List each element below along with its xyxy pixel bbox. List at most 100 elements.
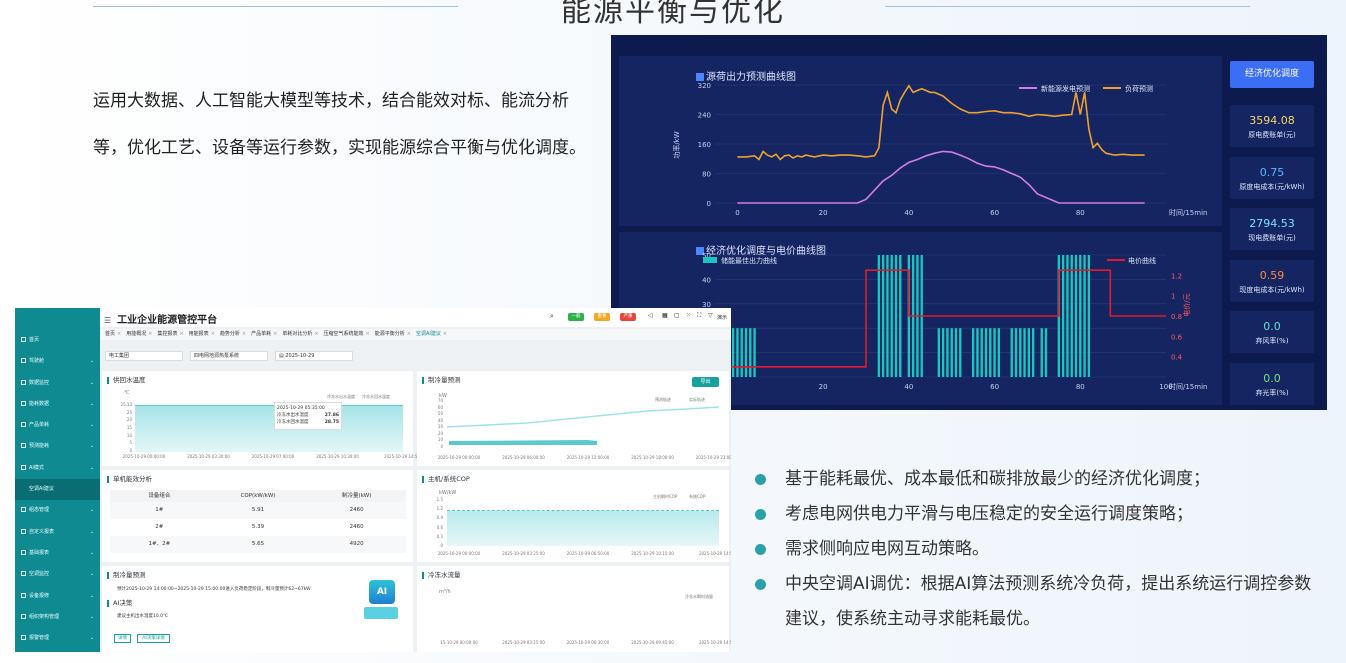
energy-storage-bar <box>989 328 992 377</box>
date-picker[interactable]: ▤ 2025-10-29 <box>275 351 353 361</box>
energy-storage-bar <box>1066 255 1069 377</box>
column-header: COP(kW/kW) <box>240 493 276 499</box>
sidebar-item[interactable]: 首页 <box>15 330 100 351</box>
chevron-down-icon: ⌄ <box>89 592 94 599</box>
sidebar-item[interactable]: 基础报表 ⌄ <box>15 543 100 564</box>
y-tick-label: 0.3 <box>436 533 443 539</box>
tab-item[interactable]: 首页 <box>105 329 115 340</box>
chevron-down-icon: ⌄ <box>89 400 94 407</box>
panel-title: 供回水温度 <box>107 377 146 384</box>
tab-item[interactable]: 趋势分析 <box>220 329 240 340</box>
sidebar-item[interactable]: 自定义报表 ⌄ <box>15 522 100 543</box>
sidebar-icon <box>21 358 26 364</box>
tab-close-icon[interactable]: × <box>443 329 447 340</box>
tab-close-icon[interactable]: × <box>407 329 411 340</box>
sidebar-item[interactable]: 设备报修 ⌄ <box>15 586 100 607</box>
grid-icon[interactable]: ⁙ <box>686 312 691 319</box>
sidebar-icon <box>21 549 26 555</box>
shirt-icon[interactable]: ▽ <box>708 312 713 319</box>
demo-label[interactable]: 演示 <box>717 314 727 321</box>
tab-item[interactable]: 集控报表 <box>157 329 177 340</box>
tab-close-icon[interactable]: × <box>366 329 370 340</box>
export-button[interactable]: 导出 <box>692 377 719 387</box>
sidebar-icon <box>21 528 26 534</box>
sidebar-item[interactable]: AI模式 ⌄ <box>15 458 100 479</box>
sidebar-item-label: 基础报表 <box>29 549 50 556</box>
energy-storage-bar <box>1031 328 1035 377</box>
sidebar-item[interactable]: 预测能耗 ⌄ <box>15 436 100 457</box>
legend-label: 新能源发电预测 <box>1041 84 1090 93</box>
table-cell: 2460 <box>349 524 364 530</box>
tab-close-icon[interactable]: × <box>148 329 152 340</box>
panel-title: 单机能效分析 <box>107 476 152 483</box>
tab-close-icon[interactable]: × <box>179 329 183 340</box>
screen-icon[interactable]: ▢ <box>674 312 680 319</box>
sidebar-item[interactable]: 空调AI建议 <box>15 479 100 501</box>
energy-storage-bar <box>954 328 958 377</box>
sidebar-item[interactable]: 能耗数据 ⌄ <box>15 394 100 415</box>
tab-close-icon[interactable]: × <box>211 329 215 340</box>
tab-close-icon[interactable]: × <box>314 329 318 340</box>
table-cell: 5.65 <box>251 541 265 547</box>
tab-item[interactable]: 用能概况 <box>126 329 146 340</box>
tab-item[interactable]: 产品单耗 <box>251 329 271 340</box>
supply-area <box>135 405 403 452</box>
sidebar-icon <box>21 400 26 406</box>
sidebar-item[interactable]: 驾驶舱 ⌄ <box>15 351 100 372</box>
sidebar-item-label: 预测能耗 <box>29 443 50 450</box>
energy-storage-bar <box>1074 255 1078 377</box>
tab-close-icon[interactable]: × <box>242 329 246 340</box>
ai-decision-text: 建议主机出水温度10.0℃ <box>117 614 169 619</box>
sidebar-item[interactable]: 组织架构管理 ⌄ <box>15 607 100 628</box>
tab-item[interactable]: 用能报表 <box>189 329 209 340</box>
tab-item[interactable]: 单耗对比分析 <box>282 329 312 340</box>
sidebar-item[interactable]: 用户报告⌄ <box>15 649 100 652</box>
feature-item: 考虑电网供电力平滑与电压稳定的安全运行调度策略； <box>755 497 1315 532</box>
energy-storage-bar <box>993 328 996 377</box>
hamburger-icon[interactable]: ☰ <box>104 316 111 325</box>
panel-title: 冷冻水流量 <box>422 572 461 579</box>
sidebar-item[interactable]: 报警管理 ⌄ <box>15 628 100 649</box>
legend-label: 负荷预测 <box>1125 84 1153 93</box>
x-tick-label: 2025-10-29 06:30:00 <box>566 640 610 645</box>
tab-close-icon[interactable]: × <box>117 329 121 340</box>
ai-detail-button[interactable]: AI决策详情 <box>137 634 170 643</box>
sidebar-item[interactable]: 空调监控 ⌄ <box>15 564 100 585</box>
sidebar-item-label: 组织架构管理 <box>29 613 60 620</box>
detail-button[interactable]: 详情 <box>114 634 131 643</box>
stat-value: 2794.53 <box>1249 217 1295 230</box>
qr-icon[interactable]: ▦ <box>662 312 668 319</box>
stat-label: 弃风率(%) <box>1255 337 1289 345</box>
search-icon[interactable]: ⌕ <box>550 312 554 321</box>
tab-item[interactable]: 空调AI建议 <box>416 329 441 340</box>
energy-storage-bar <box>1044 328 1048 377</box>
panel-title: 制冷量预测 <box>107 572 146 579</box>
economic-dispatch-button[interactable]: 经济优化调度 <box>1230 61 1314 88</box>
expand-icon[interactable]: ⛶ <box>697 312 701 320</box>
stat-card: 2794.53 现电费账单(元) <box>1230 208 1314 250</box>
alarm-important-pill[interactable]: 重要 <box>594 313 610 321</box>
sidebar-item[interactable]: 数据监控 ⌄ <box>15 373 100 394</box>
sidebar-item[interactable]: 产品单耗 ⌄ <box>15 415 100 436</box>
y2-tick-label: 1.2 <box>1171 272 1182 280</box>
system-select[interactable]: 四电网地源热泵系统 <box>190 351 268 361</box>
sound-icon[interactable]: ◁ <box>648 312 653 319</box>
sidebar-item[interactable]: 组态管理 ⌄ <box>15 500 100 521</box>
sidebar-item-label: AI模式 <box>29 464 44 471</box>
alarm-severe-pill[interactable]: 严重 <box>620 313 636 321</box>
energy-storage-bar <box>1010 328 1013 377</box>
energy-storage-bar <box>980 328 983 377</box>
sidebar-icon <box>21 464 26 470</box>
column-header: 设备组合 <box>148 493 171 499</box>
unit-efficiency-panel: 单机能效分析 设备组合 COP(kW/kW) 制冷量(kW) 1# 5.91 2460 2#… <box>102 470 413 562</box>
tab-close-icon[interactable]: × <box>273 329 277 340</box>
energy-storage-bar <box>1040 328 1043 377</box>
y-tick-label: 160 <box>698 141 711 149</box>
tab-item[interactable]: 能源平衡分析 <box>375 329 405 340</box>
tab-bar: 首页 × 用能概况 × 集控报表 × 用能报表 × 趋势分析 × 产品单耗 × 单耗对比分析 × 压缩空气系… <box>100 329 731 340</box>
x-tick-label: 20 <box>819 209 828 217</box>
alarm-normal-pill[interactable]: 一般 <box>568 313 584 321</box>
group-select[interactable]: 电工集团 <box>105 351 183 361</box>
sidebar-item-label: 数据监控 <box>29 379 50 386</box>
tab-item[interactable]: 压缩空气系统能效 <box>324 329 364 340</box>
